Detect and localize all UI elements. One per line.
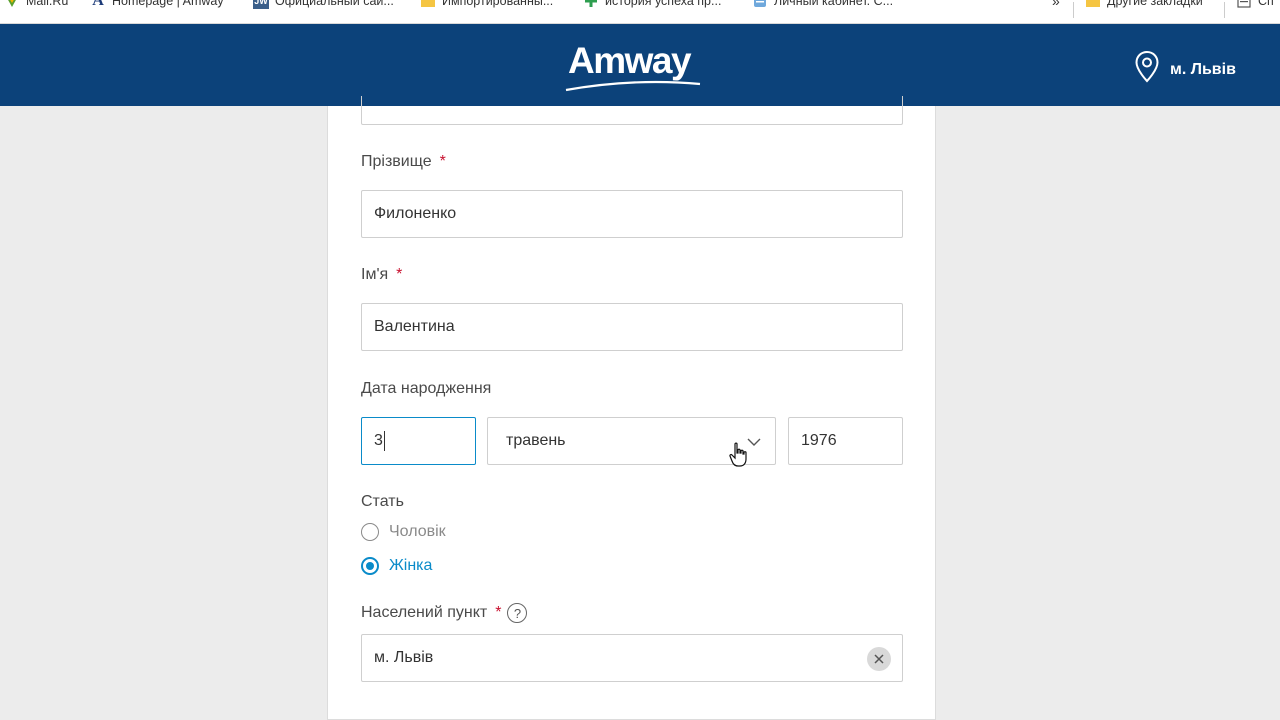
surname-input[interactable]: Филоненко: [361, 190, 903, 238]
text-cursor: [383, 431, 385, 451]
gender-label: Стать: [361, 493, 404, 510]
first-name-label: Ім'я *: [361, 266, 403, 283]
mailru-icon: [4, 0, 20, 9]
birth-date-label: Дата народження: [361, 380, 492, 397]
bookmark-label: Личный кабинет. С...: [774, 0, 894, 8]
folder-icon: [420, 0, 436, 9]
bookmark-label: Homepage | Amway: [112, 0, 224, 8]
surname-value: Филоненко: [374, 205, 457, 222]
birth-month-select[interactable]: травень: [487, 417, 776, 467]
birth-day-value: 3: [374, 432, 383, 449]
city-label: Населений пункт * ?: [361, 603, 528, 623]
birth-day-input[interactable]: 3: [361, 417, 476, 465]
clear-icon[interactable]: [867, 647, 891, 671]
bookmark-divider: [1224, 2, 1225, 18]
amway-a-icon: A: [92, 0, 104, 9]
email-field[interactable]: [361, 96, 903, 125]
bookmark-other[interactable]: Другие закладки: [1085, 0, 1203, 13]
required-mark: *: [439, 153, 446, 170]
bookmark-imported[interactable]: Импортированны...: [420, 0, 553, 13]
registration-form: Прізвище * Филоненко Ім'я * Валентина Дата…: [327, 96, 936, 720]
gender-female-label: Жінка: [389, 557, 433, 574]
chevron-down-icon: [747, 434, 761, 452]
jw-icon: JW: [253, 0, 269, 9]
bookmark-label: история успеха пр...: [605, 0, 722, 8]
city-input[interactable]: м. Львів: [361, 634, 903, 682]
help-icon[interactable]: ?: [507, 603, 528, 623]
birth-year-value: 1976: [801, 432, 837, 449]
site-header: Amway м. Львів: [0, 24, 1280, 106]
bookmark-divider: [1073, 2, 1074, 18]
logo-swoosh-icon: [565, 80, 701, 92]
bookmark-label: Другие закладки: [1107, 0, 1203, 8]
location-pin-icon: [1134, 50, 1160, 89]
logo-text: Amway: [568, 40, 692, 81]
doc-icon: [752, 0, 768, 9]
first-name-input[interactable]: Валентина: [361, 303, 903, 351]
birth-month-value: травень: [506, 432, 566, 449]
hand-pointer-cursor-icon: [729, 442, 749, 473]
gender-option-female[interactable]: Жінка: [361, 557, 432, 575]
bookmark-personal-cabinet[interactable]: Личный кабинет. С...: [752, 0, 893, 13]
birth-year-input[interactable]: 1976: [788, 417, 903, 465]
bookmark-success-story[interactable]: история успеха пр...: [583, 0, 721, 13]
plus-icon: [583, 0, 599, 9]
radio-female[interactable]: [361, 557, 379, 575]
required-mark: *: [495, 604, 502, 621]
amway-logo[interactable]: Amway: [564, 40, 704, 92]
bookmark-label: Mail.Ru: [26, 0, 69, 8]
location-label: м. Львів: [1170, 60, 1236, 78]
bookmark-label: Сп: [1258, 0, 1274, 8]
bookmarks-bar: Mail.Ru A Homepage | Amway JW Официальны…: [0, 0, 1280, 24]
bookmark-official-site[interactable]: JW Официальный сай...: [253, 0, 394, 13]
bookmark-mailru[interactable]: Mail.Ru: [4, 0, 68, 13]
bookmark-reading-list[interactable]: Сп: [1236, 0, 1274, 13]
gender-option-male[interactable]: Чоловік: [361, 523, 446, 541]
bookmark-label: Официальный сай...: [275, 0, 394, 8]
bookmarks-overflow-button[interactable]: »: [1052, 0, 1060, 13]
location-selector[interactable]: м. Львів: [1134, 50, 1236, 89]
surname-label: Прізвище *: [361, 153, 446, 170]
folder-icon: [1085, 0, 1101, 9]
gender-male-label: Чоловік: [389, 523, 446, 540]
chevron-double-right-icon: »: [1052, 0, 1060, 9]
bookmark-amway-homepage[interactable]: A Homepage | Amway: [90, 0, 224, 13]
bookmark-label: Импортированны...: [442, 0, 554, 8]
radio-male[interactable]: [361, 523, 379, 541]
required-mark: *: [396, 266, 403, 283]
first-name-value: Валентина: [374, 318, 455, 335]
city-value: м. Львів: [374, 649, 434, 666]
list-icon: [1236, 0, 1252, 9]
